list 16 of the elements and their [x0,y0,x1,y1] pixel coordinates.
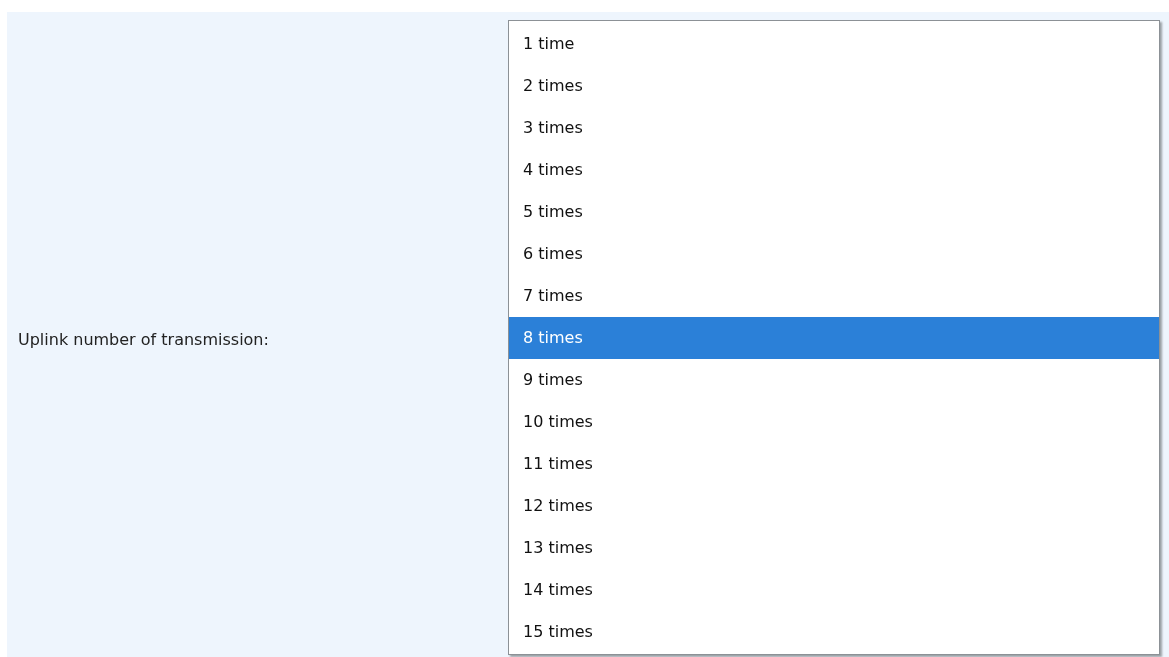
dropdown-option[interactable]: 7 times [509,275,1159,317]
dropdown-option[interactable]: 5 times [509,191,1159,233]
dropdown-option[interactable]: 4 times [509,149,1159,191]
dropdown-option[interactable]: 15 times [509,611,1159,653]
dropdown-option[interactable]: 13 times [509,527,1159,569]
dropdown-option[interactable]: 14 times [509,569,1159,611]
dropdown-option[interactable]: 1 time [509,23,1159,65]
dropdown-option[interactable]: 11 times [509,443,1159,485]
dropdown-option[interactable]: 12 times [509,485,1159,527]
dropdown-option[interactable]: 9 times [509,359,1159,401]
dropdown-option[interactable]: 6 times [509,233,1159,275]
field-label: Uplink number of transmission: [18,329,269,349]
dropdown-option[interactable]: 3 times [509,107,1159,149]
dropdown-option[interactable]: 10 times [509,401,1159,443]
dropdown-option[interactable]: 8 times [509,317,1159,359]
dropdown-option[interactable]: 2 times [509,65,1159,107]
